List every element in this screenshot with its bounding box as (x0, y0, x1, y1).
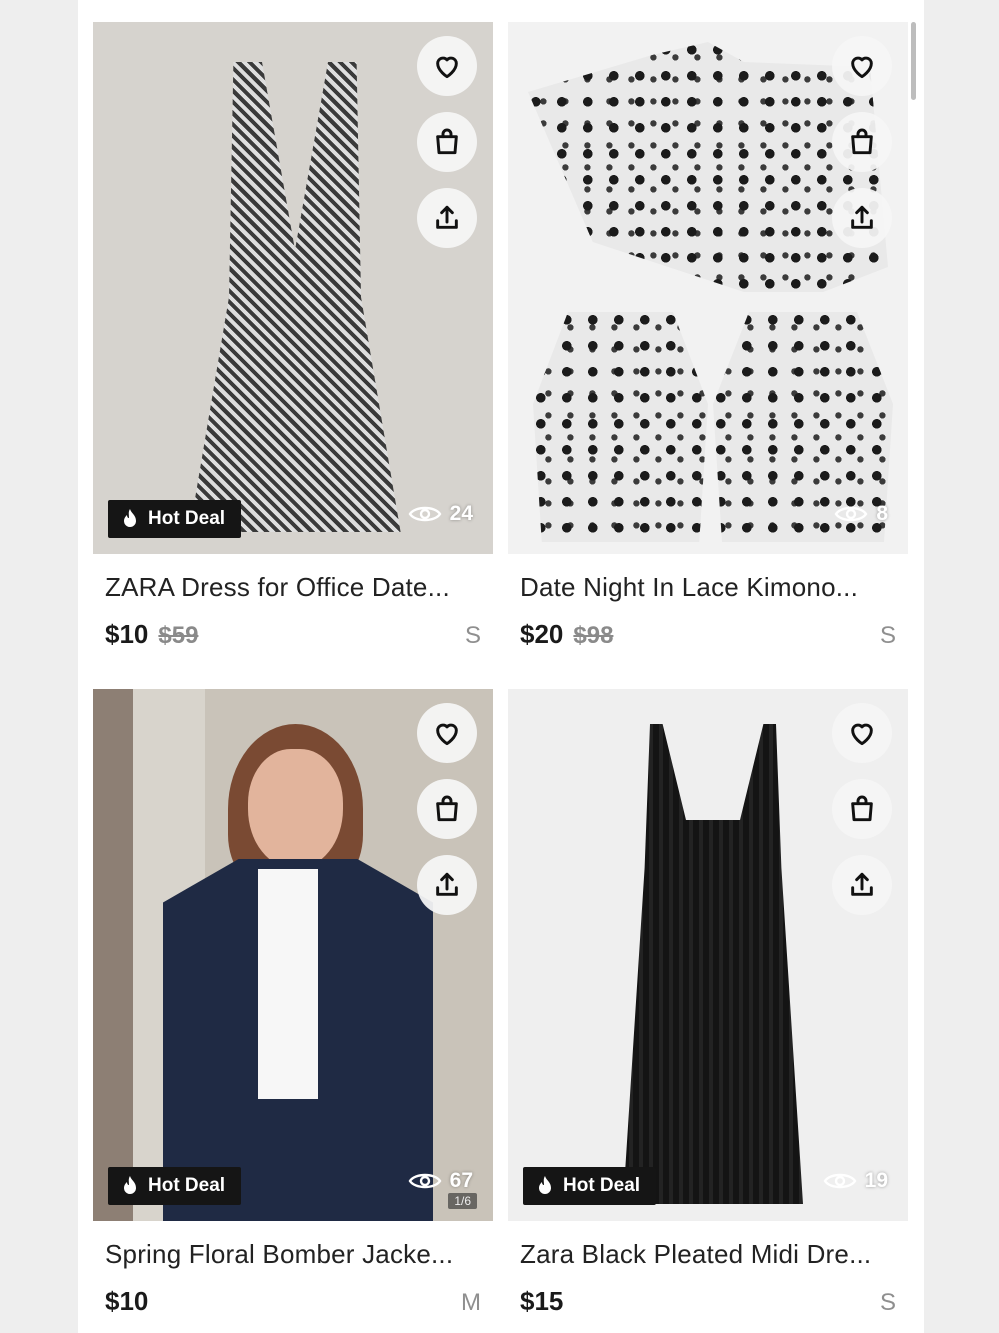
view-count: 67 (408, 1169, 473, 1193)
badge-label: Hot Deal (148, 508, 226, 529)
like-button[interactable] (417, 36, 477, 96)
view-count: 19 (823, 1169, 888, 1193)
eye-icon (823, 1173, 857, 1189)
hot-deal-badge: Hot Deal (108, 1167, 242, 1205)
scrollbar[interactable] (911, 22, 916, 100)
view-count-value: 24 (449, 502, 473, 525)
share-button[interactable] (832, 855, 892, 915)
view-count-value: 67 (449, 1169, 473, 1192)
flame-icon (539, 1176, 551, 1194)
share-button[interactable] (832, 188, 892, 248)
shopping-bag-icon (851, 128, 873, 155)
view-count-value: 19 (864, 1169, 888, 1192)
like-button[interactable] (417, 703, 477, 763)
size-label: S (879, 622, 896, 649)
add-to-bag-button[interactable] (832, 112, 892, 172)
flame-icon (124, 1176, 136, 1194)
add-to-bag-button[interactable] (417, 779, 477, 839)
eye-icon (408, 506, 442, 522)
listing-image[interactable]: Hot Deal 67 1/6 (93, 689, 493, 1221)
size-label: S (464, 622, 481, 649)
eye-icon (408, 1173, 442, 1189)
size-label: M (461, 1289, 481, 1316)
current-price: $15 (520, 1286, 564, 1316)
price-row: $10 M (105, 1286, 481, 1317)
flame-icon (124, 509, 136, 527)
current-price: $20 (520, 619, 564, 649)
view-count: 24 (408, 502, 473, 526)
heart-icon (851, 723, 873, 746)
listing-image[interactable]: Hot Deal 24 (93, 22, 493, 554)
listing-title[interactable]: Spring Floral Bomber Jacke... (105, 1239, 493, 1270)
share-icon (436, 872, 458, 896)
original-price: $98 (573, 622, 614, 649)
quick-actions (417, 36, 477, 248)
heart-icon (436, 56, 458, 79)
share-icon (851, 205, 873, 229)
shopping-bag-icon (436, 795, 458, 822)
listing-image[interactable]: Hot Deal 19 (508, 689, 908, 1221)
size-label: S (879, 1289, 896, 1316)
like-button[interactable] (832, 703, 892, 763)
current-price: $10 (105, 1286, 149, 1316)
quick-actions (417, 703, 477, 915)
listing-image[interactable]: 8 (508, 22, 908, 554)
listing-card[interactable]: Hot Deal 67 1/6 Spring Floral Bomber Jac… (93, 689, 493, 1317)
eye-icon (834, 506, 868, 522)
listing-title[interactable]: Zara Black Pleated Midi Dre... (520, 1239, 908, 1270)
price-row: $20 $98 S (520, 619, 896, 650)
listing-title[interactable]: ZARA Dress for Office Date... (105, 572, 493, 603)
image-counter: 1/6 (448, 1193, 477, 1209)
add-to-bag-button[interactable] (832, 779, 892, 839)
share-icon (436, 205, 458, 229)
price-row: $10 $59 S (105, 619, 481, 650)
share-icon (851, 872, 873, 896)
share-button[interactable] (417, 188, 477, 248)
original-price: $59 (158, 622, 199, 649)
listing-title[interactable]: Date Night In Lace Kimono... (520, 572, 908, 603)
listing-card[interactable]: 8 Date Night In Lace Kimono... $20 $98 S (508, 22, 908, 650)
heart-icon (851, 56, 873, 79)
current-price: $10 (105, 619, 149, 649)
add-to-bag-button[interactable] (417, 112, 477, 172)
listing-grid: Hot Deal 24 ZARA Dress for Office Date..… (78, 0, 924, 1333)
badge-label: Hot Deal (563, 1175, 641, 1196)
shopping-bag-icon (851, 795, 873, 822)
share-button[interactable] (417, 855, 477, 915)
hot-deal-badge: Hot Deal (108, 500, 242, 538)
price-row: $15 S (520, 1286, 896, 1317)
badge-label: Hot Deal (148, 1175, 226, 1196)
heart-icon (436, 723, 458, 746)
view-count-value: 8 (876, 502, 888, 525)
listing-card[interactable]: Hot Deal 24 ZARA Dress for Office Date..… (93, 22, 493, 650)
quick-actions (832, 36, 892, 248)
view-count: 8 (834, 502, 888, 526)
quick-actions (832, 703, 892, 915)
shopping-bag-icon (436, 128, 458, 155)
like-button[interactable] (832, 36, 892, 96)
hot-deal-badge: Hot Deal (523, 1167, 657, 1205)
listing-card[interactable]: Hot Deal 19 Zara Black Pleated Midi Dre.… (508, 689, 908, 1317)
